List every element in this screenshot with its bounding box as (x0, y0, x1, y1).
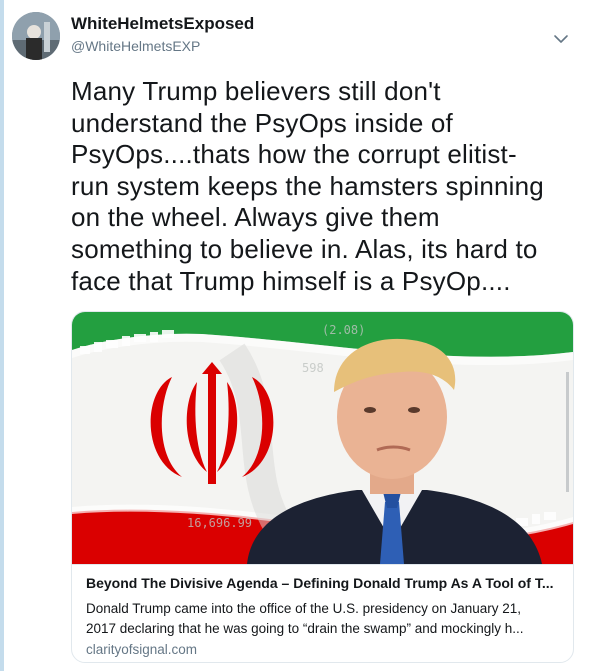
tweet-text-line: on the wheel. Always give them (71, 202, 440, 233)
card-description: Donald Trump came into the office of the… (86, 599, 562, 639)
conversation-thread-line (0, 0, 4, 671)
tweet-text-line: run system keeps the hamsters spinning (71, 170, 544, 201)
tweet-text-line: Many Trump believers still don't (71, 76, 441, 106)
card-description-line: 2017 declaring that he was going to “dra… (86, 621, 524, 636)
tweet-text-line: understand the PsyOps inside of (71, 107, 453, 138)
svg-text:16,696.99: 16,696.99 (187, 516, 252, 530)
card-domain[interactable]: clarityofsignal.com (86, 642, 197, 657)
avatar[interactable] (12, 12, 60, 60)
display-name[interactable]: WhiteHelmetsExposed (71, 14, 254, 34)
card-body[interactable]: Beyond The Divisive Agenda – Defining Do… (72, 564, 573, 662)
user-handle[interactable]: @WhiteHelmetsEXP (71, 38, 200, 54)
card-image[interactable]: (2.08) 598 16,696.99 (72, 312, 573, 564)
link-preview-card[interactable]: (2.08) 598 16,696.99 Beyond The Divisive… (71, 311, 574, 663)
svg-text:598: 598 (302, 361, 324, 375)
card-description-line: Donald Trump came into the office of the… (86, 601, 521, 616)
tweet-text-line: PsyOps....thats how the corrupt elitist- (71, 139, 517, 170)
tweet-text-line: something to believe in. Alas, its hard … (71, 233, 538, 264)
svg-text:(2.08): (2.08) (322, 323, 365, 337)
card-title[interactable]: Beyond The Divisive Agenda – Defining Do… (86, 575, 561, 591)
tweet-text-line: face that Trump himself is a PsyOp.... (71, 265, 511, 296)
chevron-down-icon[interactable] (553, 31, 569, 47)
avatar-image (12, 12, 60, 60)
tweet-text: Many Trump believers still don't underst… (71, 76, 581, 297)
